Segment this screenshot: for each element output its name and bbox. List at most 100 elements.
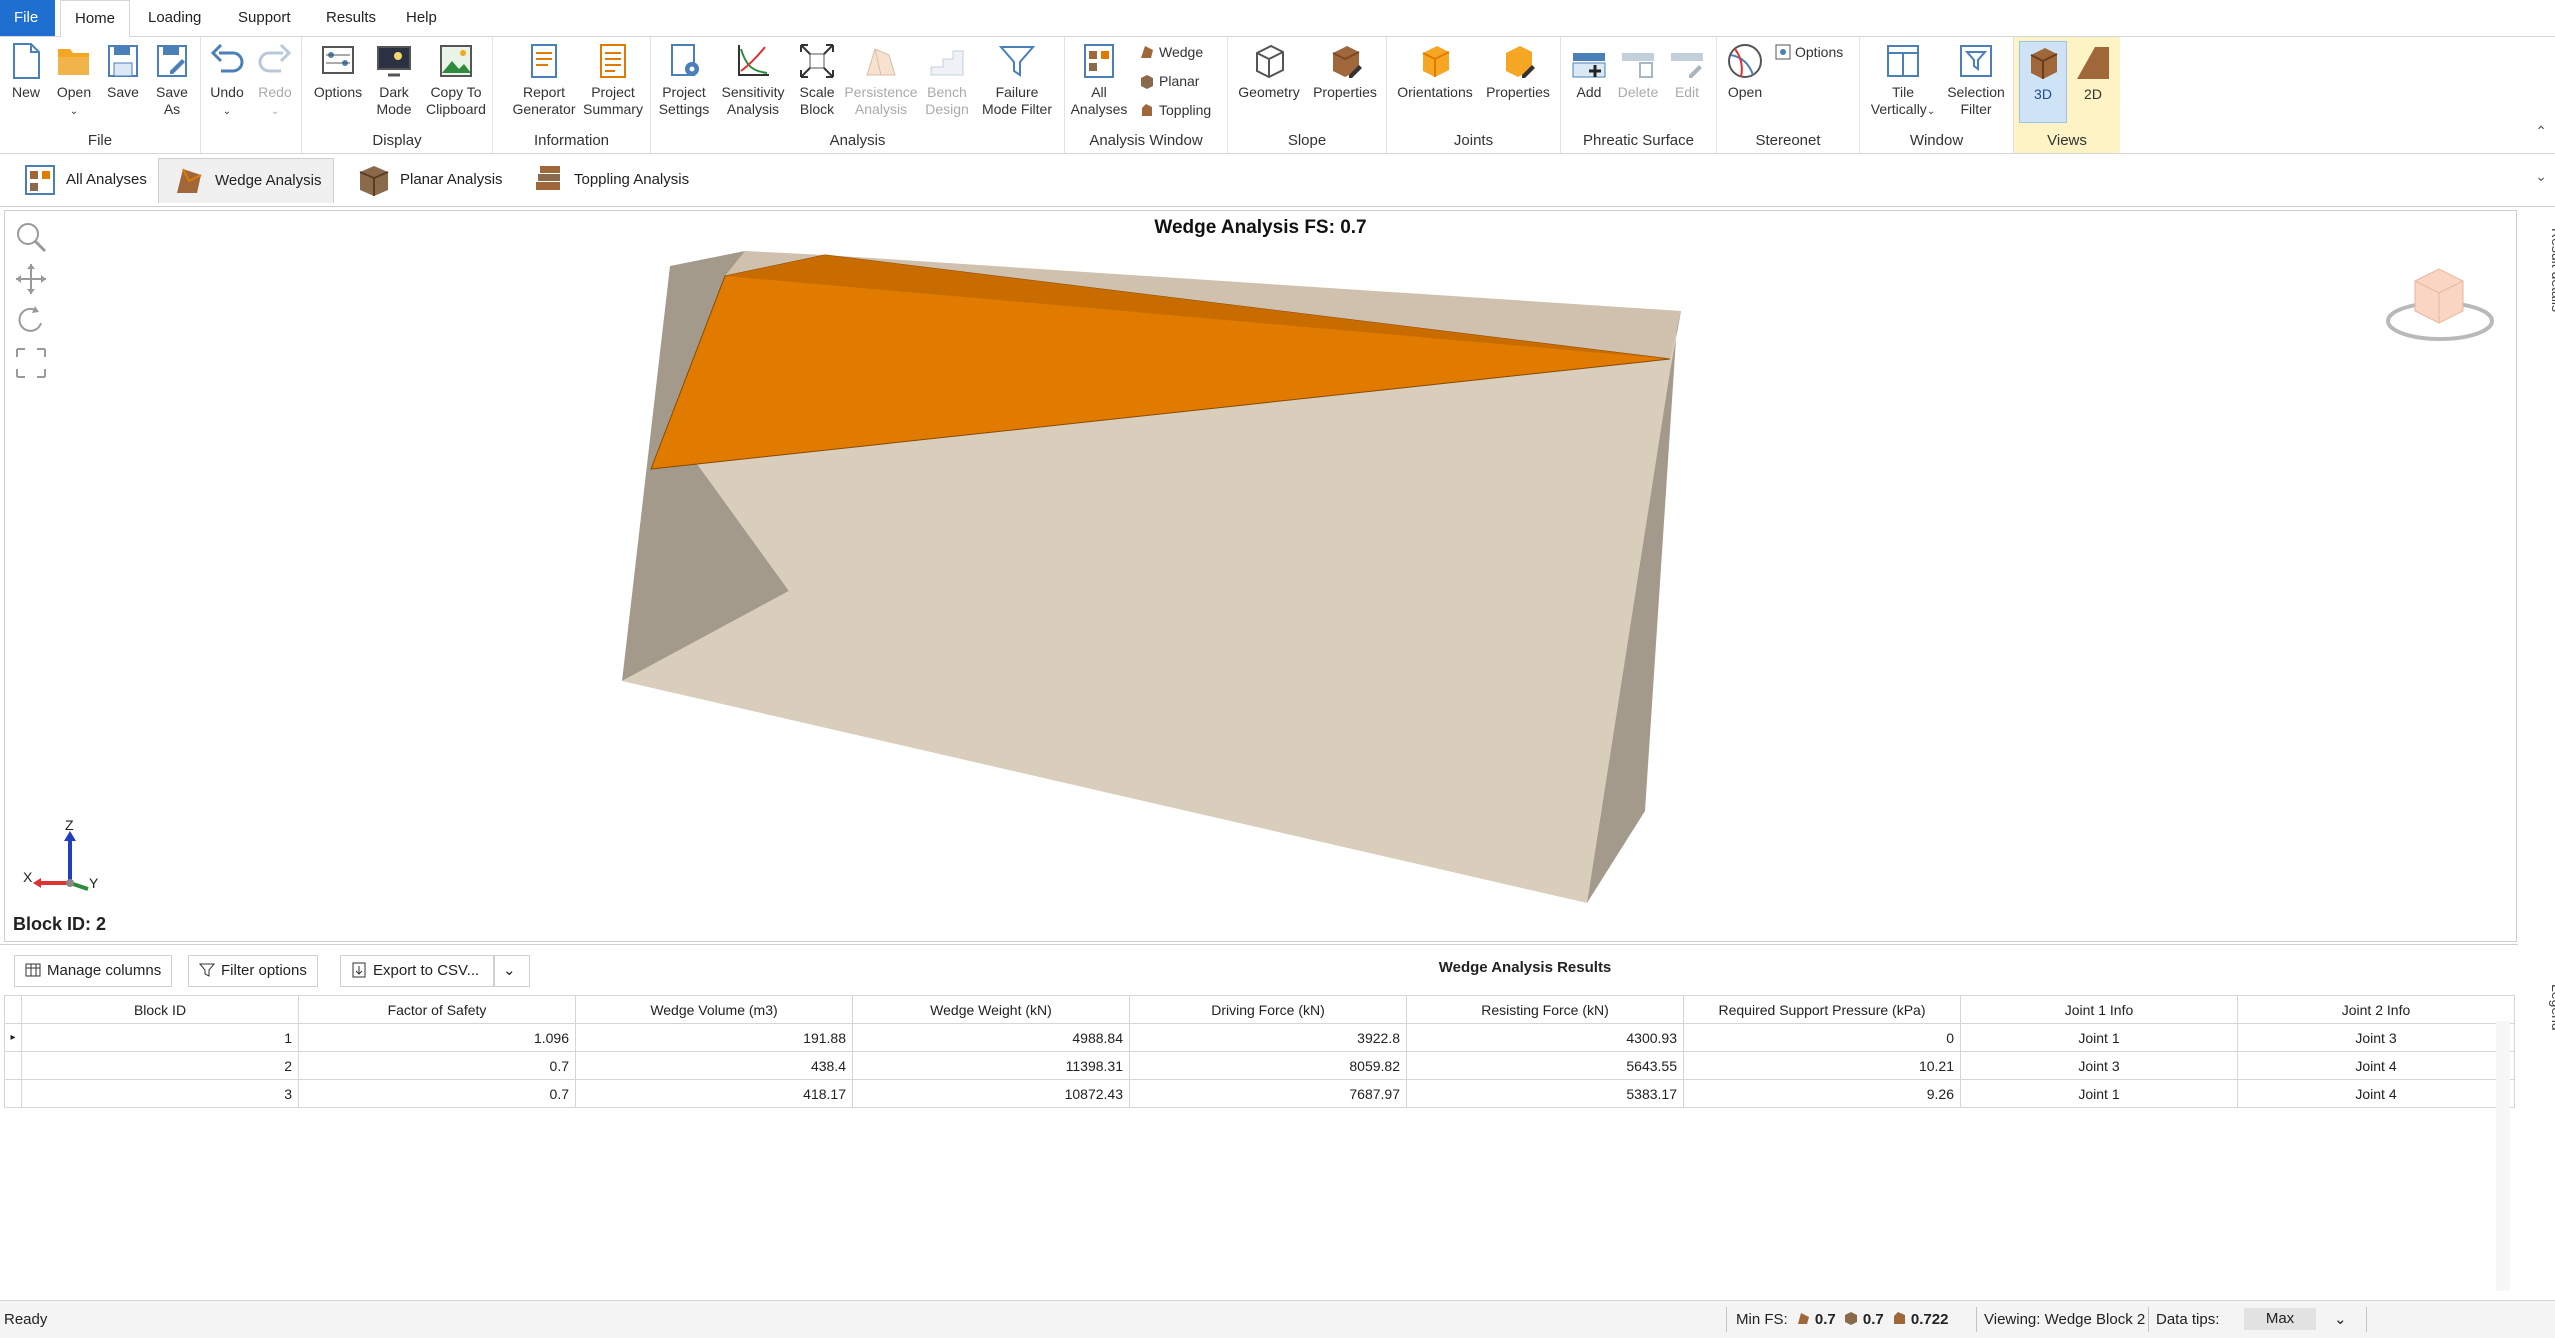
column-header[interactable]: Wedge Volume (m3) [575, 995, 853, 1024]
stereonet-icon [1728, 44, 1762, 78]
tab-all-analyses[interactable]: All Analyses [16, 158, 153, 202]
menu-home[interactable]: Home [60, 0, 131, 38]
project-summary-button[interactable]: Project Summary [581, 41, 645, 118]
persistence-analysis-button[interactable]: Persistence Analysis [843, 41, 919, 118]
project-settings-button[interactable]: Project Settings [655, 41, 713, 118]
column-header[interactable]: Block ID [21, 995, 299, 1024]
menu-results[interactable]: Results [312, 0, 390, 36]
table-cell: Joint 4 [2237, 1051, 2515, 1080]
menu-help[interactable]: Help [392, 0, 451, 36]
table-row[interactable]: 3 0.7 418.17 10872.43 7687.97 5383.17 9.… [4, 1079, 2515, 1108]
tab-toppling-analysis[interactable]: Toppling Analysis [524, 158, 695, 202]
view-2d-button[interactable]: 2D [2070, 43, 2116, 103]
3d-viewport[interactable]: Wedge Analysis FS: 0.7 Z X Y Block ID: 2 [4, 210, 2517, 942]
dark-mode-button[interactable]: Dark Mode [372, 41, 416, 118]
data-tips-select[interactable]: Max [2244, 1308, 2316, 1330]
options-button[interactable]: Options [312, 41, 364, 101]
phreatic-add-button[interactable]: Add [1567, 41, 1611, 101]
column-header[interactable]: Factor of Safety [298, 995, 576, 1024]
planar-window-button[interactable]: Planar [1139, 70, 1199, 92]
table-row[interactable]: ▸ 1 1.096 191.88 4988.84 3922.8 4300.93 … [4, 1023, 2515, 1052]
stereonet-open-button[interactable]: Open [1723, 41, 1767, 101]
toppling-window-button[interactable]: Toppling [1139, 99, 1211, 121]
slope-properties-icon [1332, 46, 1362, 78]
sensitivity-chart-icon [738, 45, 769, 76]
column-header[interactable]: Resisting Force (kN) [1406, 995, 1684, 1024]
tab-planar-analysis[interactable]: Planar Analysis [350, 158, 509, 202]
table-cell: Joint 1 [1960, 1023, 2238, 1052]
phreatic-delete-button[interactable]: Delete [1615, 41, 1661, 101]
analysis-group-label: Analysis [829, 132, 886, 149]
undo-redo-group: Undo ⌄ Redo ⌄ [201, 37, 302, 153]
menu-loading[interactable]: Loading [134, 0, 215, 36]
collapse-ribbon-icon[interactable]: ⌃ [2535, 123, 2547, 140]
save-as-button[interactable]: Save As [150, 41, 194, 118]
tile-vertically-button[interactable]: Tile Vertically⌄ [1868, 41, 1938, 120]
stereonet-options-button[interactable]: Options [1775, 41, 1843, 63]
export-dropdown-button[interactable]: ⌄ [494, 955, 530, 987]
copy-to-clipboard-button[interactable]: Copy To Clipboard [424, 41, 488, 118]
report-generator-button[interactable]: Report Generator [511, 41, 577, 118]
view-3d-button[interactable]: 3D [2020, 43, 2066, 103]
slope-model-3d[interactable] [5, 211, 2516, 941]
save-button[interactable]: Save [101, 41, 145, 101]
result-details-tab[interactable]: Result details [2520, 228, 2555, 312]
phreatic-edit-button[interactable]: Edit [1665, 41, 1709, 101]
ribbon: New Open ⌄ Save Save As File Undo ⌄ Redo ⌄ O [0, 37, 2555, 154]
sensitivity-analysis-button[interactable]: Sensitivity Analysis [717, 41, 789, 118]
undo-button[interactable]: Undo ⌄ [207, 41, 247, 120]
bench-design-button[interactable]: Bench Design [921, 41, 973, 118]
undo-label: Undo [210, 84, 244, 100]
analysis-window-group-label: Analysis Window [1089, 132, 1203, 149]
joints-group-label: Joints [1453, 132, 1494, 149]
filter-options-button[interactable]: Filter options [188, 955, 318, 987]
toppling-icon [1142, 104, 1152, 116]
table-cell: 11398.31 [852, 1051, 1130, 1080]
selection-filter-button[interactable]: Selection Filter [1942, 41, 2010, 118]
tab-all-analyses-label: All Analyses [66, 171, 147, 188]
wedge-window-button[interactable]: Wedge [1139, 41, 1203, 63]
tile-label-2: Vertically [1870, 101, 1927, 117]
export-csv-button[interactable]: Export to CSV... [340, 955, 494, 987]
manage-columns-button[interactable]: Manage columns [14, 955, 173, 987]
menu-support[interactable]: Support [224, 0, 305, 36]
views-group-label: Views [2047, 132, 2087, 149]
open-label: Open [56, 84, 92, 100]
chevron-down-icon: ⌄ [1926, 106, 1936, 117]
orientations-label: Orientations [1397, 84, 1473, 100]
slope-geometry-button[interactable]: Geometry [1234, 41, 1304, 101]
column-header[interactable]: Joint 2 Info [2237, 995, 2515, 1024]
open-button[interactable]: Open ⌄ [52, 41, 96, 120]
min-fs-label: Min FS: [1736, 1311, 1788, 1328]
scale-label-2: Block [799, 101, 835, 117]
scale-label-1: Scale [799, 84, 835, 100]
orientation-cube-icon[interactable] [2385, 251, 2495, 351]
legend-tab[interactable]: Legend [2520, 984, 2555, 1031]
all-analyses-button[interactable]: All Analyses [1069, 41, 1129, 118]
column-header[interactable]: Joint 1 Info [1960, 995, 2238, 1024]
column-header[interactable]: Driving Force (kN) [1129, 995, 1407, 1024]
column-header[interactable]: Wedge Weight (kN) [852, 995, 1130, 1024]
slope-properties-button[interactable]: Properties [1308, 41, 1382, 101]
table-row[interactable]: 2 0.7 438.4 11398.31 8059.82 5643.55 10.… [4, 1051, 2515, 1080]
new-file-icon [13, 43, 40, 79]
joint-orientations-button[interactable]: Orientations [1393, 41, 1477, 101]
scale-block-button[interactable]: Scale Block [793, 41, 841, 118]
orientations-icon [1422, 46, 1450, 77]
row-header [4, 1051, 22, 1080]
chevron-down-icon[interactable]: ⌄ [2334, 1301, 2347, 1338]
redo-button[interactable]: Redo ⌄ [255, 41, 295, 120]
undo-icon [210, 43, 244, 73]
table-scrollbar[interactable] [2496, 1021, 2510, 1291]
new-button[interactable]: New [6, 41, 46, 101]
joint-properties-button[interactable]: Properties [1481, 41, 1555, 101]
phreatic-group-label: Phreatic Surface [1583, 132, 1694, 149]
menu-file[interactable]: File [0, 0, 55, 36]
tab-wedge-analysis[interactable]: Wedge Analysis [158, 158, 335, 203]
stereonet-options-label: Options [1795, 44, 1844, 60]
export-icon [352, 962, 366, 978]
copy-label-1: Copy To [430, 84, 482, 100]
tabs-chevron-down-icon[interactable]: ⌄ [2535, 168, 2547, 185]
column-header[interactable]: Required Support Pressure (kPa) [1683, 995, 1961, 1024]
failure-mode-filter-button[interactable]: Failure Mode Filter [975, 41, 1059, 118]
